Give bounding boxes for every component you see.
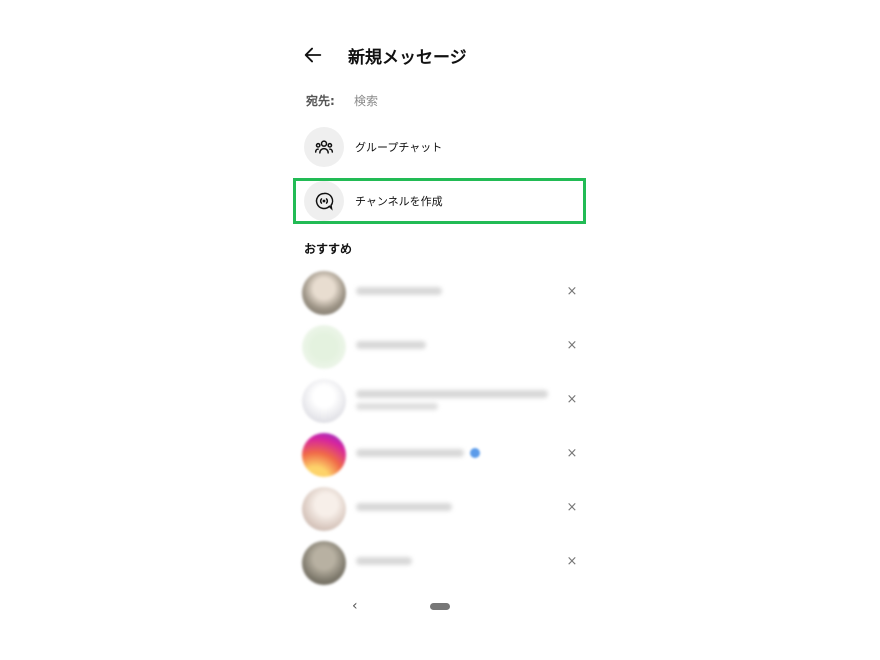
list-item[interactable]: ×: [292, 482, 592, 536]
close-icon[interactable]: ×: [564, 338, 580, 353]
avatar: [302, 325, 346, 369]
suggested-heading: おすすめ: [304, 242, 353, 256]
close-icon[interactable]: ×: [564, 392, 580, 407]
group-chat-label: グループチャット: [355, 141, 443, 154]
close-icon[interactable]: ×: [564, 446, 580, 461]
close-icon[interactable]: ×: [564, 554, 580, 569]
group-chat-button[interactable]: グループチャット: [292, 124, 592, 170]
nav-home-icon[interactable]: [430, 603, 450, 610]
contact-name-blurred: [356, 503, 452, 511]
avatar: [302, 433, 346, 477]
search-input[interactable]: 検索: [354, 92, 534, 109]
new-message-screen: 新規メッセージ 宛先: 検索 グループチャット チャンネルを作成 おすすめ × …: [292, 28, 592, 628]
contact-name-blurred: [356, 287, 442, 295]
list-item[interactable]: ×: [292, 428, 592, 482]
verified-badge-icon: [470, 448, 480, 458]
avatar: [302, 487, 346, 531]
highlight-box: [293, 178, 586, 224]
contact-subtitle-blurred: [356, 403, 438, 410]
recipient-label: 宛先:: [306, 94, 335, 108]
page-title: 新規メッセージ: [348, 48, 467, 68]
nav-back-icon[interactable]: ‹: [352, 598, 358, 614]
avatar: [302, 541, 346, 585]
arrow-left-icon[interactable]: [302, 44, 324, 66]
close-icon[interactable]: ×: [564, 284, 580, 299]
close-icon[interactable]: ×: [564, 500, 580, 515]
list-item[interactable]: ×: [292, 266, 592, 320]
contact-name-blurred: [356, 449, 464, 457]
contact-name-blurred: [356, 390, 548, 398]
recipient-row: 宛先: 検索: [306, 92, 378, 109]
list-item[interactable]: ×: [292, 374, 592, 428]
list-item[interactable]: ×: [292, 320, 592, 374]
header: 新規メッセージ: [292, 40, 592, 76]
system-navigation-bar: ‹: [292, 598, 592, 618]
avatar: [302, 379, 346, 423]
group-icon: [304, 127, 344, 167]
avatar: [302, 271, 346, 315]
list-item[interactable]: ×: [292, 536, 592, 590]
contact-name-blurred: [356, 557, 412, 565]
contact-name-blurred: [356, 341, 426, 349]
